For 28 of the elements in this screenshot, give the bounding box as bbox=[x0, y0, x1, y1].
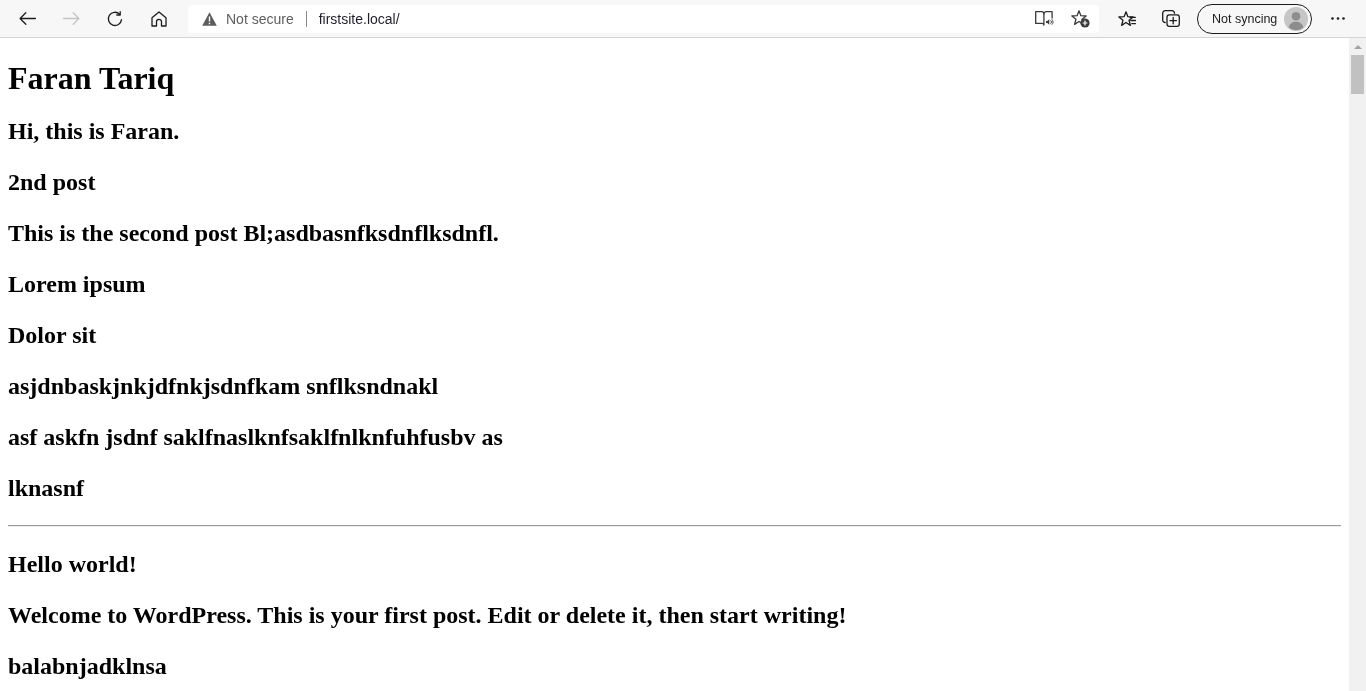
left-arrow-icon bbox=[18, 12, 36, 25]
site-info-button[interactable]: Not secure bbox=[202, 7, 294, 30]
url-text: firstsite.local/ bbox=[318, 10, 400, 27]
post-text: Welcome to WordPress. This is your first post. Edit or delete it, then start writing! bbox=[8, 601, 848, 629]
more-icon bbox=[1331, 17, 1345, 20]
post-text: balabnjadklnsa bbox=[8, 652, 168, 680]
post-text: Dolor sit bbox=[8, 321, 98, 349]
book-speaker-icon bbox=[1035, 11, 1053, 26]
reload-icon bbox=[107, 10, 123, 27]
post-text: asf askfn jsdnf saklfnaslknfsaklfnlknfuhfusbv as bbox=[8, 423, 504, 451]
post-text: This is the second post Bl;asdbasnfksdnflksdnfl. bbox=[8, 219, 500, 247]
post-text: asjdnbaskjnkjdfnkjsdnfkam snflksndnakl bbox=[8, 372, 440, 400]
post-text: lknasnf bbox=[8, 474, 86, 502]
address-bar[interactable]: Not secure firstsite.local/ bbox=[188, 4, 1099, 33]
avatar-icon bbox=[1284, 6, 1308, 31]
post-title: 2nd post bbox=[8, 168, 97, 196]
star-plus-icon bbox=[1070, 9, 1090, 28]
warning-icon bbox=[202, 11, 217, 26]
site-title: Faran Tariq bbox=[8, 60, 176, 97]
right-arrow-icon bbox=[62, 12, 80, 25]
home-icon bbox=[151, 10, 167, 27]
star-list-icon bbox=[1118, 11, 1136, 26]
scrollbar-thumb[interactable] bbox=[1351, 55, 1364, 94]
post-title: Hello world! bbox=[8, 550, 138, 578]
tagline: Hi, this is Faran. bbox=[8, 117, 181, 145]
stacked-squares-plus-icon bbox=[1162, 10, 1180, 27]
scroll-up-icon bbox=[1353, 45, 1362, 49]
post-text: Lorem ipsum bbox=[8, 270, 147, 298]
